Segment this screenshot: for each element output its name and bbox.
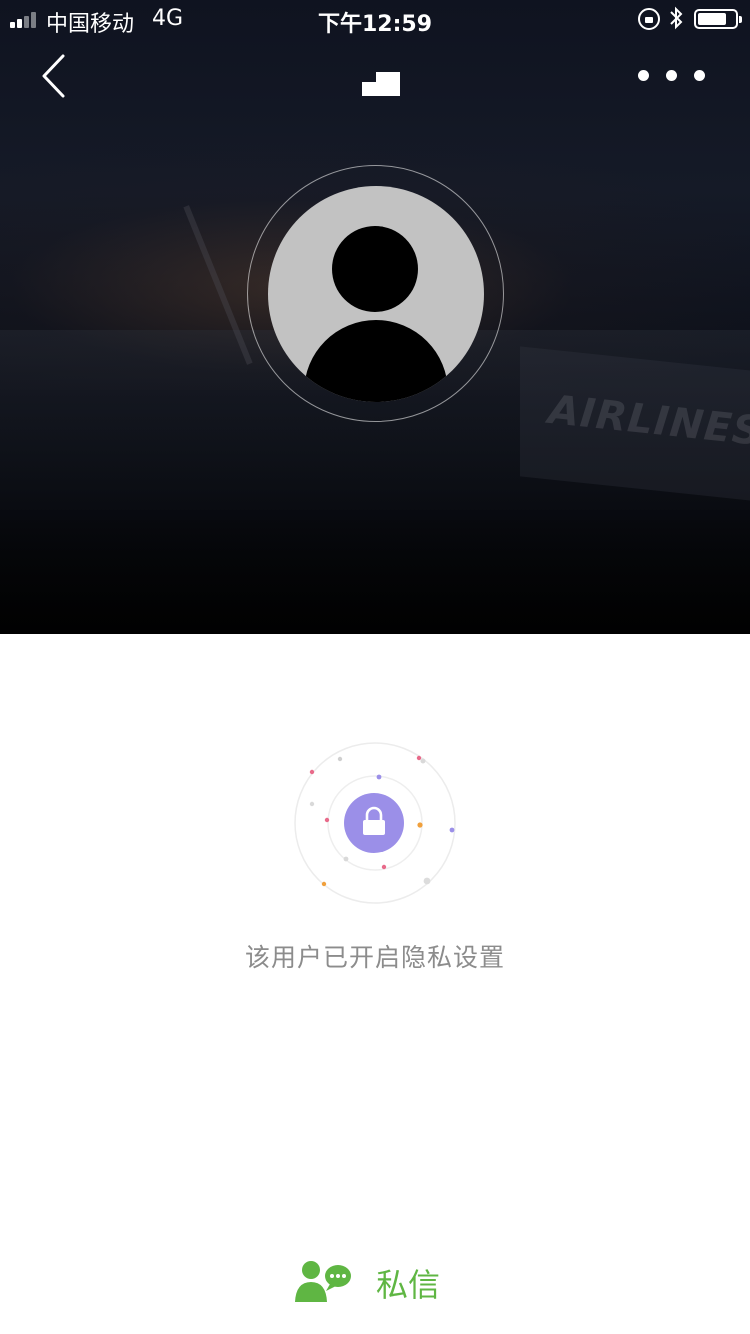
send-message-label: 私信 <box>376 1266 441 1304</box>
back-button[interactable] <box>30 52 78 100</box>
background-shade <box>0 520 750 634</box>
privacy-message: 该用户已开启隐私设置 <box>244 943 505 972</box>
chevron-left-icon <box>42 54 65 98</box>
status-bar: 中国移动 4G 下午12:59 <box>0 0 750 40</box>
battery-icon <box>694 9 742 29</box>
bluetooth-icon <box>668 5 684 37</box>
default-avatar-icon <box>332 226 418 312</box>
rotation-lock-icon <box>638 8 660 30</box>
profile-name-title <box>362 72 400 96</box>
privacy-lock-graphic <box>290 740 460 910</box>
send-message-button[interactable]: 私信 <box>290 1248 460 1308</box>
more-dots-icon <box>638 70 649 81</box>
avatar[interactable] <box>268 186 484 402</box>
profile-screen: AIRLINES 中国移动 4G 下午12:59 该用户已开启隐私设置 私信 <box>0 0 750 1334</box>
more-button[interactable] <box>628 58 718 94</box>
user-chat-icon <box>295 1261 351 1302</box>
